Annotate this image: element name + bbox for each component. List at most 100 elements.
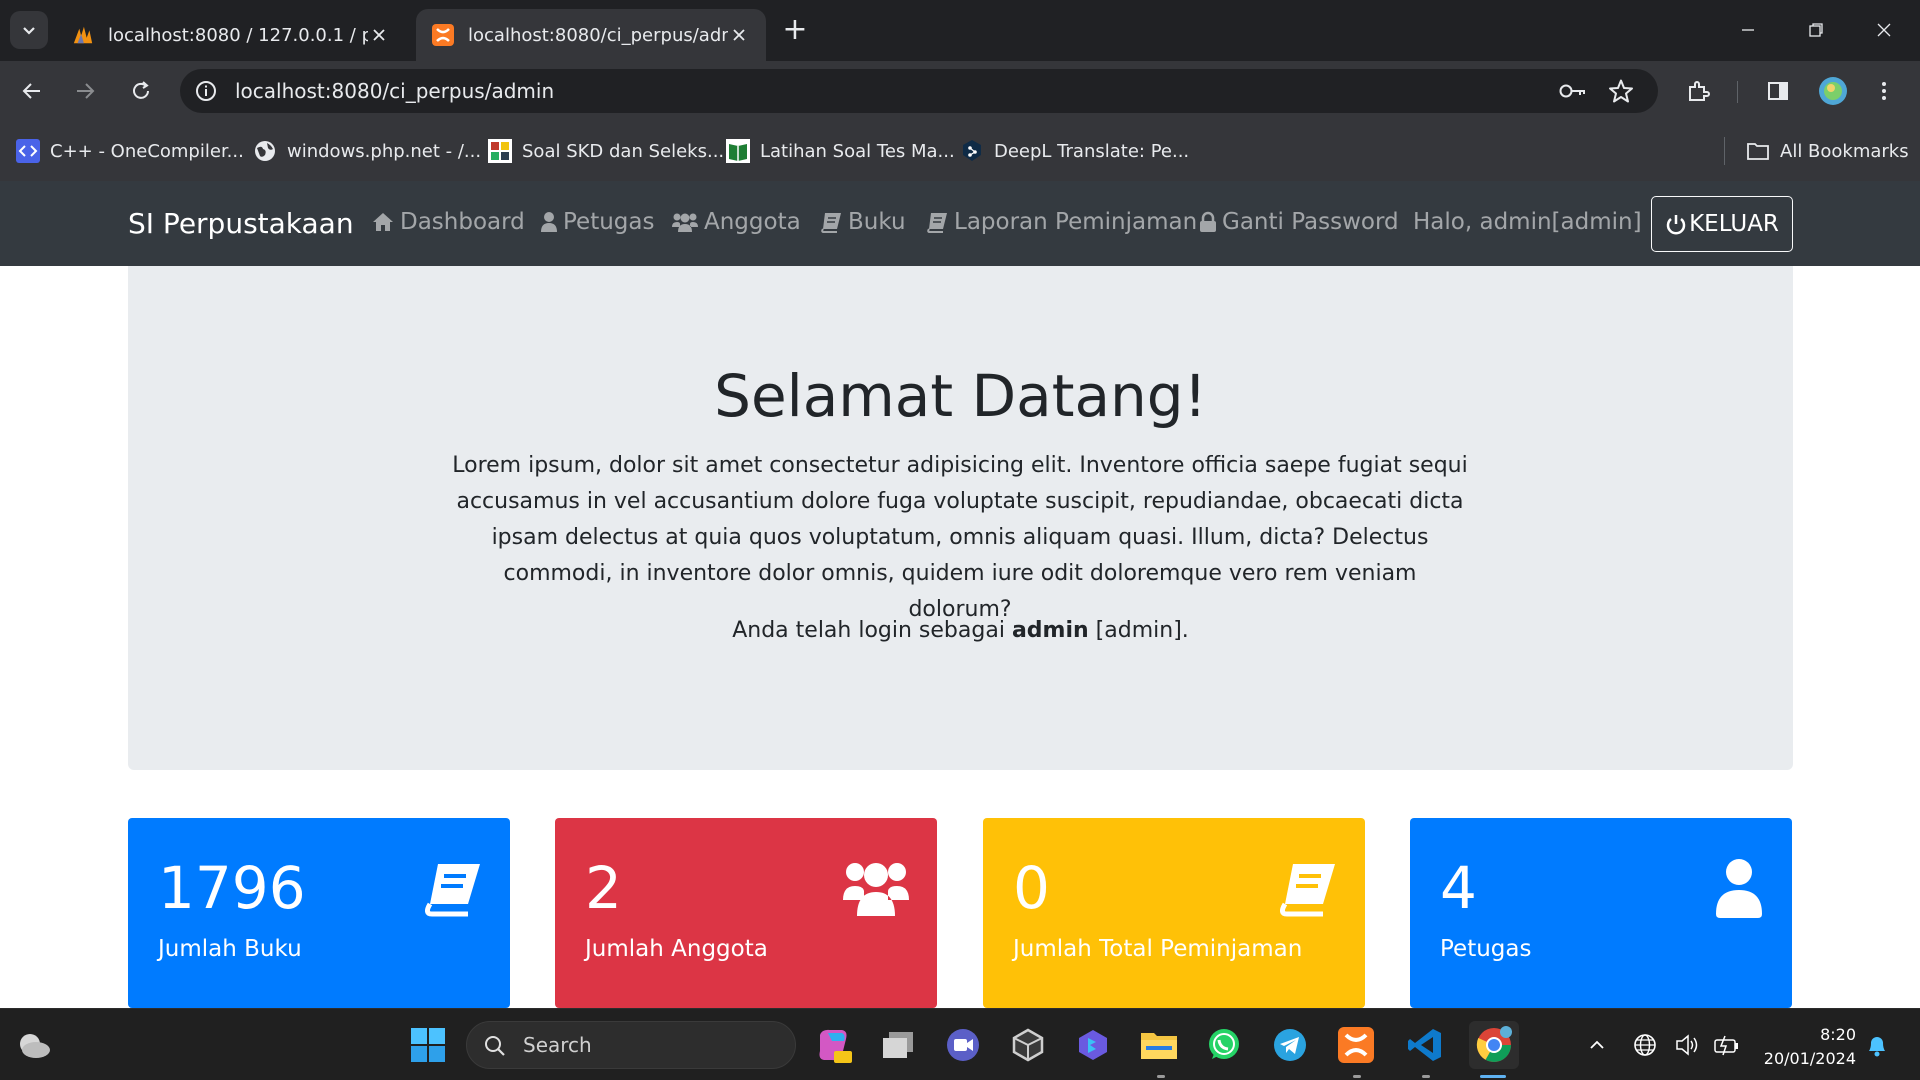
notifications-button[interactable]: [1862, 1023, 1892, 1067]
bookmark-item[interactable]: Latihan Soal Tes Ma...: [726, 137, 955, 165]
nav-link-dashboard[interactable]: Dashboard: [372, 209, 525, 235]
stat-card-buku[interactable]: 1796 Jumlah Buku: [128, 818, 510, 1008]
info-icon[interactable]: [194, 79, 218, 103]
tray-battery[interactable]: [1712, 1023, 1742, 1067]
whatsapp-icon: [1209, 1029, 1239, 1059]
chevron-down-icon: [23, 27, 35, 35]
login-info: Anda telah login sebagai admin [admin].: [732, 618, 1189, 643]
code-icon: [16, 139, 40, 163]
taskbar-app-unity[interactable]: [1006, 1023, 1050, 1067]
taskbar-app-vscode[interactable]: [1403, 1023, 1447, 1067]
book-icon: [726, 139, 750, 163]
profile-button[interactable]: [1815, 73, 1851, 109]
logout-button[interactable]: KELUAR: [1651, 196, 1793, 252]
bookmarks-bar: C++ - OneCompiler... windows.php.net - /…: [0, 121, 1920, 181]
start-button[interactable]: [406, 1023, 450, 1067]
stat-card-anggota[interactable]: 2 Jumlah Anggota: [555, 818, 937, 1008]
new-tab-button[interactable]: +: [778, 14, 812, 48]
bookmark-item[interactable]: DeepL Translate: Pe...: [960, 137, 1189, 165]
login-username: admin: [1011, 618, 1089, 643]
lock-icon: [1200, 211, 1216, 232]
users-icon: [843, 863, 909, 916]
stat-card-peminjaman[interactable]: 0 Jumlah Total Peminjaman: [983, 818, 1365, 1008]
arrow-right-icon: [77, 83, 95, 99]
running-indicator: [1480, 1075, 1506, 1078]
taskbar-app-xampp[interactable]: [1334, 1023, 1378, 1067]
browser-tabstrip: localhost:8080 / 127.0.0.1 / proj localh…: [0, 0, 1920, 61]
stat-label: Jumlah Anggota: [585, 936, 768, 962]
side-panel-button[interactable]: [1760, 73, 1796, 109]
search-placeholder: Search: [523, 1033, 592, 1057]
users-icon: [672, 213, 698, 232]
nav-link-buku[interactable]: Buku: [820, 209, 906, 235]
app-navbar: SI Perpustakaan Dashboard Petugas Anggot…: [0, 181, 1920, 266]
taskbar-app-meet[interactable]: [941, 1023, 985, 1067]
reload-button[interactable]: [123, 73, 159, 109]
power-icon: [1666, 215, 1686, 235]
phpmyadmin-icon: [72, 24, 94, 46]
all-bookmarks-button[interactable]: All Bookmarks: [1746, 137, 1909, 165]
nav-link-laporan-peminjaman[interactable]: Laporan Peminjaman: [926, 209, 1197, 235]
close-icon[interactable]: [368, 24, 390, 46]
taskbar-search[interactable]: Search: [466, 1021, 796, 1069]
globe-icon: [255, 141, 275, 161]
bookmark-item[interactable]: C++ - OneCompiler...: [16, 137, 244, 165]
chevron-up-icon: [1590, 1040, 1604, 1049]
tray-network[interactable]: [1630, 1023, 1660, 1067]
minimize-icon: [1742, 29, 1754, 31]
nav-link-petugas[interactable]: Petugas: [541, 209, 654, 235]
book-icon: [1279, 864, 1335, 917]
more-vert-icon: [1882, 82, 1886, 100]
stat-card-petugas[interactable]: 4 Petugas: [1410, 818, 1792, 1008]
bookmark-item[interactable]: windows.php.net - /...: [253, 137, 481, 165]
taskbar-app-explorer[interactable]: [1137, 1023, 1181, 1067]
taskbar-app-copilot[interactable]: [812, 1023, 856, 1067]
tray-overflow-button[interactable]: [1582, 1023, 1612, 1067]
key-icon[interactable]: [1558, 79, 1588, 103]
taskbar-clock[interactable]: 8:20 20/01/2024: [1756, 1023, 1856, 1071]
tab-search-button[interactable]: [10, 11, 48, 49]
taskbar-app-chrome[interactable]: [1469, 1021, 1519, 1069]
menu-button[interactable]: [1866, 73, 1902, 109]
welcome-title: Selamat Datang!: [714, 362, 1207, 430]
address-bar[interactable]: localhost:8080/ci_perpus/admin: [180, 69, 1658, 113]
book-icon: [424, 864, 480, 917]
forward-button[interactable]: [67, 73, 103, 109]
windows-icon: [411, 1028, 445, 1062]
battery-icon: [1714, 1035, 1738, 1056]
extensions-button[interactable]: [1680, 73, 1716, 109]
tab-title: localhost:8080/ci_perpus/admin: [468, 24, 728, 46]
browser-tab-phpmyadmin[interactable]: localhost:8080 / 127.0.0.1 / proj: [56, 9, 406, 61]
taskbar-app-taskview[interactable]: [876, 1023, 920, 1067]
nav-link-ganti-password[interactable]: Ganti Password: [1200, 209, 1399, 235]
welcome-jumbotron: Selamat Datang! Lorem ipsum, dolor sit a…: [128, 266, 1793, 770]
stat-label: Jumlah Buku: [158, 936, 302, 962]
telegram-icon: [1274, 1029, 1306, 1061]
arrow-left-icon: [22, 83, 40, 99]
deepl-icon: [963, 140, 981, 161]
tray-volume[interactable]: [1672, 1023, 1702, 1067]
toolbar-divider: [1737, 81, 1738, 103]
nav-link-anggota[interactable]: Anggota: [672, 209, 801, 235]
star-icon[interactable]: [1608, 78, 1634, 104]
user-icon: [541, 212, 557, 232]
browser-tab-admin[interactable]: localhost:8080/ci_perpus/admin: [416, 9, 766, 61]
search-icon: [485, 1036, 505, 1056]
restore-button[interactable]: [1786, 8, 1846, 52]
close-window-button[interactable]: [1854, 8, 1914, 52]
minimize-button[interactable]: [1718, 8, 1778, 52]
welcome-text: Lorem ipsum, dolor sit amet consectetur …: [452, 453, 1468, 622]
cube-icon: [1012, 1028, 1044, 1062]
close-icon[interactable]: [728, 24, 750, 46]
back-button[interactable]: [14, 73, 50, 109]
url-text[interactable]: localhost:8080/ci_perpus/admin: [235, 79, 554, 103]
bookmark-item[interactable]: Soal SKD dan Seleks...: [488, 137, 724, 165]
globe-icon: [1634, 1034, 1656, 1056]
browser-toolbar: localhost:8080/ci_perpus/admin: [0, 61, 1920, 121]
weather-widget[interactable]: [12, 1023, 56, 1067]
taskbar-app-whatsapp[interactable]: [1202, 1023, 1246, 1067]
app-brand[interactable]: SI Perpustakaan: [128, 207, 354, 240]
user-greeting: Halo, admin[admin]: [1413, 209, 1642, 235]
taskbar-app-telegram[interactable]: [1268, 1023, 1312, 1067]
taskbar-app-bing[interactable]: [1071, 1023, 1115, 1067]
